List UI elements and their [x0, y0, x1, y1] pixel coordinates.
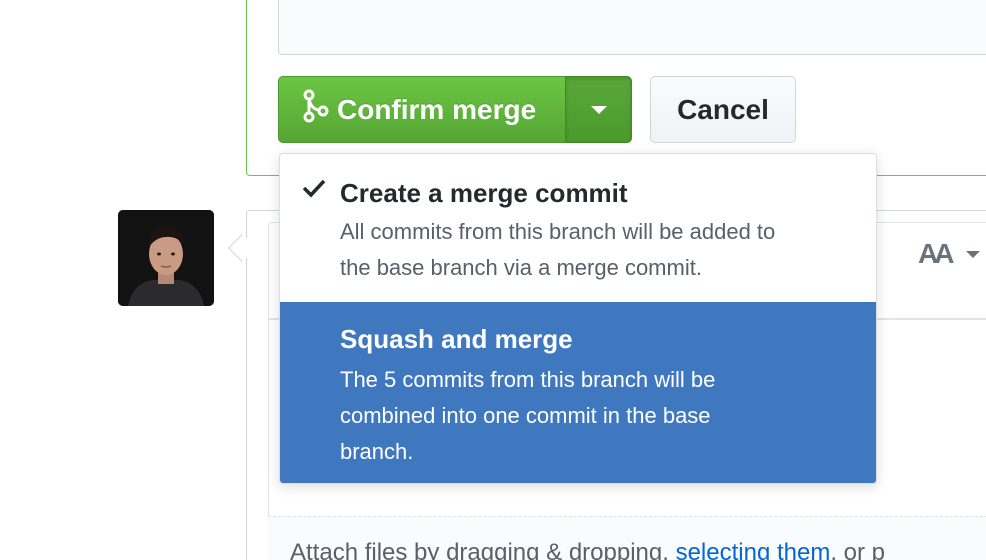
select-files-link[interactable]: selecting them — [676, 539, 831, 560]
attach-text-suffix: , or p — [830, 539, 886, 560]
description-line: the base branch via a merge commit. — [340, 255, 702, 280]
description-line: branch. — [340, 439, 414, 464]
confirm-merge-label: Confirm merge — [337, 93, 537, 125]
menu-item-create-merge-commit[interactable]: Create a merge commit All commits from t… — [280, 154, 876, 302]
git-merge-icon — [303, 89, 329, 130]
merge-method-dropdown-toggle[interactable] — [565, 76, 632, 143]
text-size-label: AA — [918, 238, 955, 269]
description-line: The 5 commits from this branch will be — [340, 367, 716, 392]
menu-item-title: Create a merge commit — [340, 178, 628, 208]
menu-item-squash-and-merge[interactable]: Squash and merge The 5 commits from this… — [280, 302, 876, 483]
confirm-merge-button[interactable]: Confirm merge — [278, 76, 565, 143]
description-line: All commits from this branch will be add… — [340, 219, 776, 244]
merge-method-menu: Create a merge commit All commits from t… — [279, 153, 877, 484]
menu-item-description: The 5 commits from this branch will be c… — [340, 362, 860, 470]
description-line: combined into one commit in the base — [340, 403, 711, 428]
triangle-down-icon — [590, 105, 607, 114]
chevron-down-icon — [966, 250, 981, 258]
menu-item-title: Squash and merge — [340, 324, 573, 354]
commit-message-field[interactable] — [278, 0, 986, 55]
check-icon — [302, 178, 326, 203]
file-attachment-bar[interactable]: Attach files by dragging & dropping, sel… — [268, 516, 986, 560]
avatar[interactable] — [118, 210, 214, 306]
menu-item-description: All commits from this branch will be add… — [340, 214, 860, 286]
text-size-icon[interactable]: AA — [918, 238, 981, 270]
cancel-button[interactable]: Cancel — [650, 76, 796, 143]
attach-text: Attach files by dragging & dropping, — [290, 539, 676, 560]
